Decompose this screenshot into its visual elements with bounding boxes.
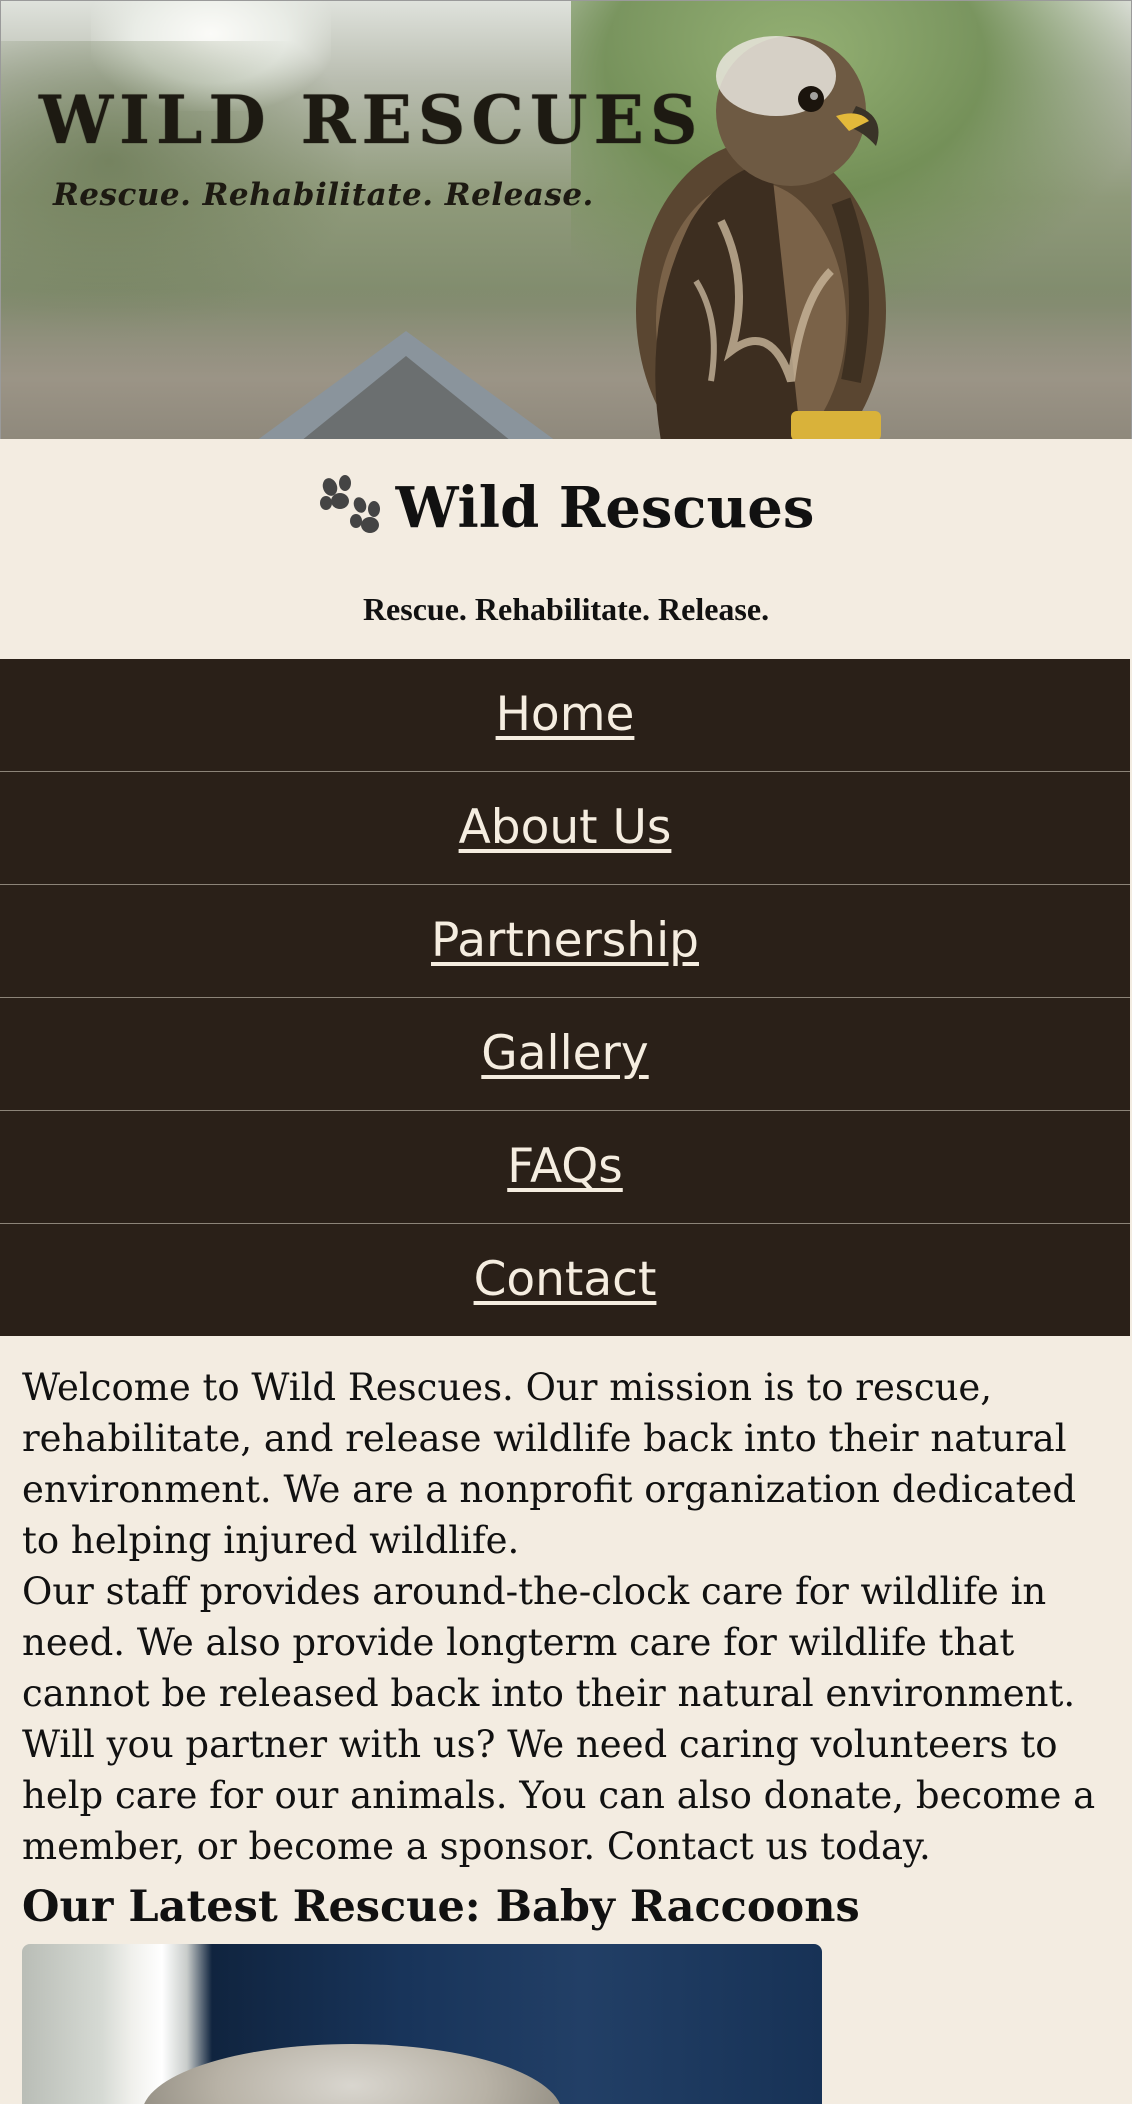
raccoon-photo [22, 1944, 822, 2104]
nav-about-us[interactable]: About Us [0, 772, 1130, 885]
hero-title: WILD RESCUES [39, 81, 704, 159]
nav-contact[interactable]: Contact [0, 1224, 1130, 1336]
nav-partnership[interactable]: Partnership [0, 885, 1130, 998]
paw-icon [318, 475, 384, 549]
hero-tagline: Rescue. Rehabilitate. Release. [53, 177, 594, 213]
brand-name: Wild Rescues [395, 475, 815, 541]
main-content: Welcome to Wild Rescues. Our mission is … [0, 1336, 1132, 2104]
main-nav: Home About Us Partnership Gallery FAQs C… [0, 659, 1130, 1336]
nav-home[interactable]: Home [0, 659, 1130, 772]
nav-gallery[interactable]: Gallery [0, 998, 1130, 1111]
latest-rescue-heading: Our Latest Rescue: Baby Raccoons [22, 1882, 860, 1932]
site-title: Wild Rescues [0, 475, 1132, 549]
staff-paragraph: Our staff provides around-the-clock care… [22, 1570, 1076, 1715]
hero-banner: WILD RESCUES Rescue. Rehabilitate. Relea… [0, 0, 1132, 439]
partner-paragraph: Will you partner with us? We need caring… [22, 1723, 1096, 1868]
intro-paragraph: Welcome to Wild Rescues. Our mission is … [22, 1366, 1077, 1562]
site-header: Wild Rescues Rescue. Rehabilitate. Relea… [0, 439, 1132, 659]
nav-faqs[interactable]: FAQs [0, 1111, 1130, 1224]
site-slogan: Rescue. Rehabilitate. Release. [362, 591, 770, 627]
